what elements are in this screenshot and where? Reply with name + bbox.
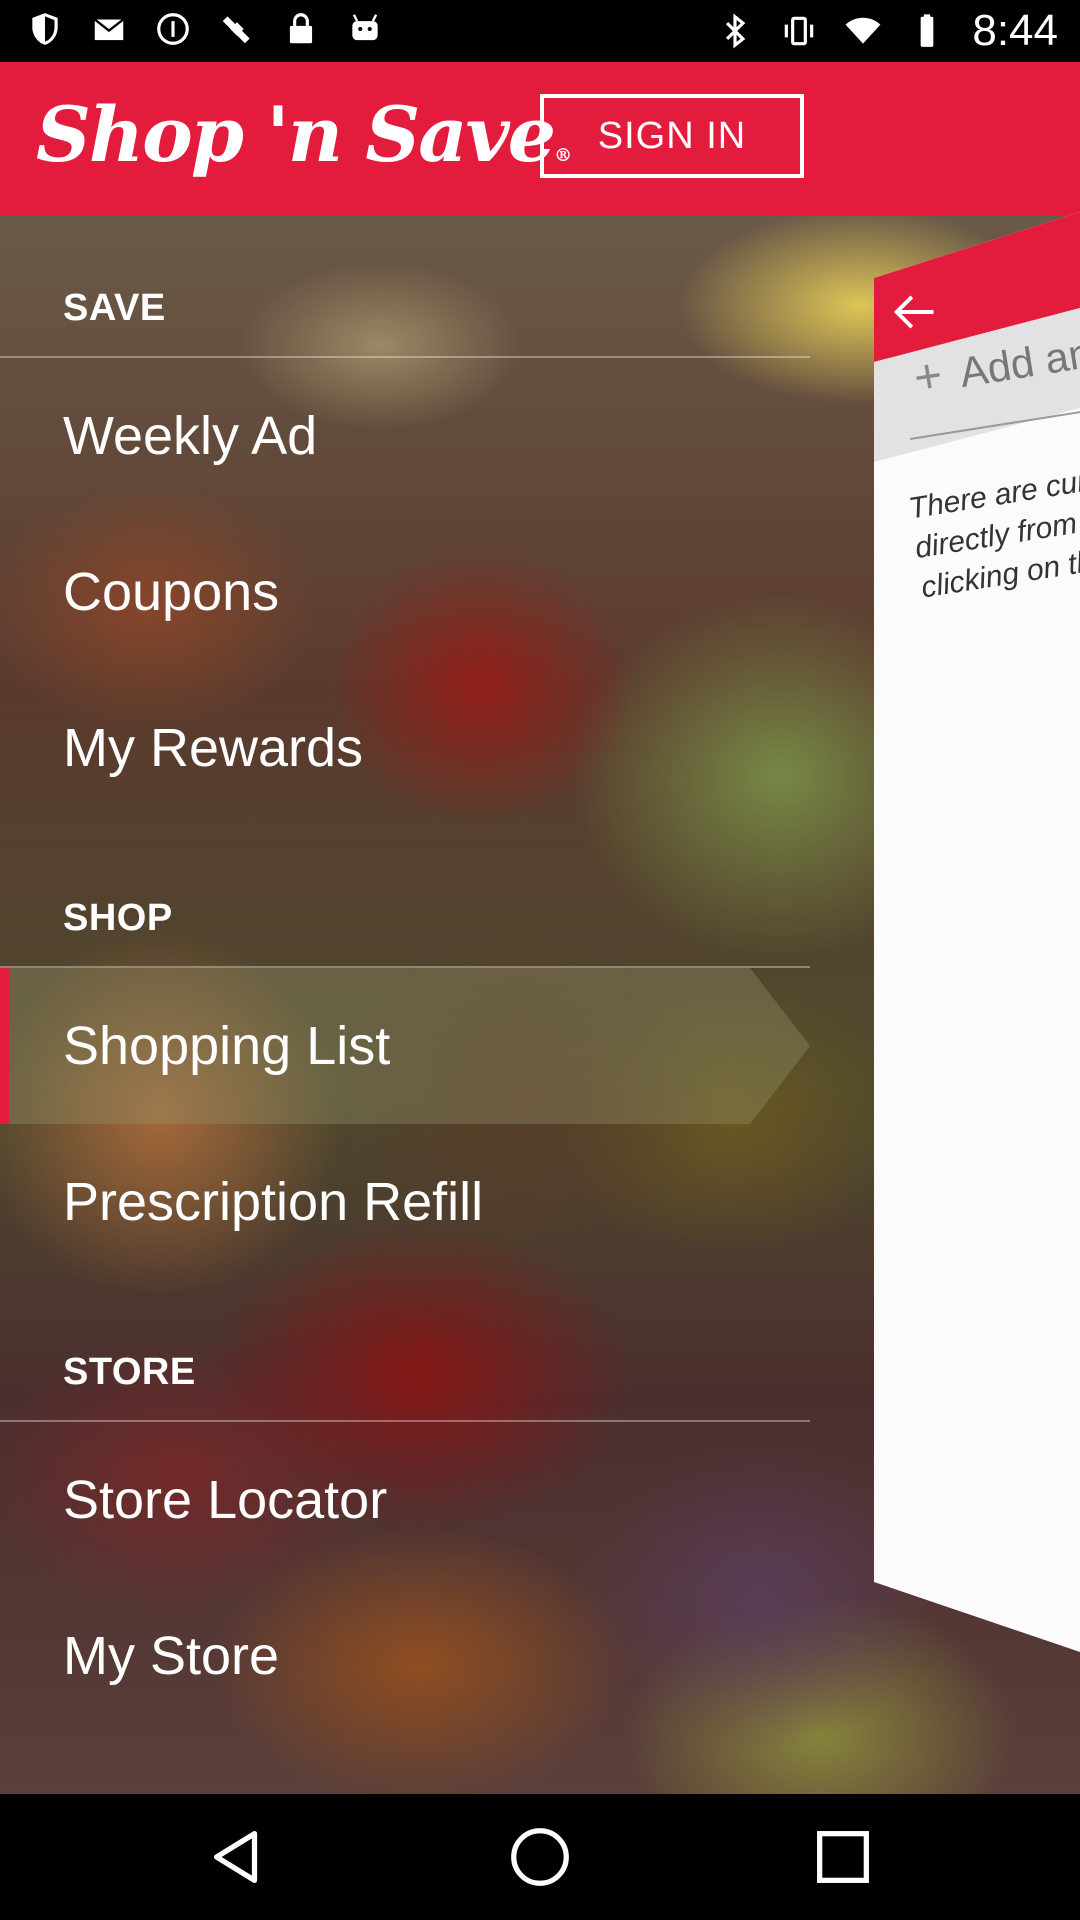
navigation-drawer: SAVE Weekly Ad Coupons My Rewards SHOP S… — [0, 216, 810, 1794]
menu-item-shopping-list[interactable]: Shopping List — [0, 968, 810, 1124]
section-header-label: SHOP — [63, 897, 173, 939]
section-header-shop: SHOP — [0, 826, 810, 968]
section-header-save: SAVE — [0, 216, 810, 358]
system-navigation-bar — [0, 1794, 1080, 1920]
status-icons-right: 8:44 — [716, 6, 1058, 56]
info-icon — [157, 13, 189, 45]
app-logo[interactable]: Shop 'n Save® — [36, 90, 572, 179]
back-icon[interactable] — [202, 1822, 272, 1892]
menu-item-label: Weekly Ad — [63, 406, 318, 466]
menu-item-label: Store Locator — [63, 1470, 388, 1530]
back-arrow-icon[interactable] — [888, 286, 940, 338]
section-header-label: SAVE — [63, 287, 166, 329]
battery-icon — [921, 14, 934, 47]
menu-item-label: My Store — [63, 1626, 280, 1686]
menu-item-prescription-refill[interactable]: Prescription Refill — [0, 1124, 810, 1280]
clock: 8:44 — [972, 6, 1058, 55]
menu-item-label: My Rewards — [63, 718, 364, 778]
menu-item-label: Coupons — [63, 562, 280, 622]
menu-item-label: Prescription Refill — [63, 1172, 484, 1232]
menu-item-label: Shopping List — [63, 1016, 391, 1076]
shopping-list-panel[interactable]: + Add an There are curr directly from t cli… — [874, 212, 1080, 1652]
menu-item-coupons[interactable]: Coupons — [0, 514, 810, 670]
lock-icon — [289, 13, 313, 44]
android-icon — [352, 14, 378, 41]
bluetooth-icon — [726, 13, 746, 49]
section-header-store: STORE — [0, 1280, 810, 1422]
sign-in-button[interactable]: SIGN IN — [540, 94, 804, 178]
shield-icon — [32, 13, 58, 45]
menu-item-store-locator[interactable]: Store Locator — [0, 1422, 810, 1578]
menu-item-my-rewards[interactable]: My Rewards — [0, 670, 810, 826]
status-icons-left — [26, 10, 384, 48]
home-icon[interactable] — [505, 1822, 575, 1892]
section-header-label: STORE — [63, 1351, 196, 1393]
menu-item-weekly-ad[interactable]: Weekly Ad — [0, 358, 810, 514]
logo-text: Shop 'n Save — [36, 90, 556, 179]
vibrate-icon — [785, 16, 814, 46]
menu-item-my-store[interactable]: My Store — [0, 1578, 810, 1734]
recents-icon[interactable] — [808, 1822, 878, 1892]
status-bar: 8:44 — [0, 0, 1080, 62]
fake-gps-icon — [222, 16, 250, 44]
app-bar: Shop 'n Save® SIGN IN — [0, 62, 1080, 216]
mail-icon — [94, 18, 124, 41]
wifi-icon — [845, 17, 881, 44]
